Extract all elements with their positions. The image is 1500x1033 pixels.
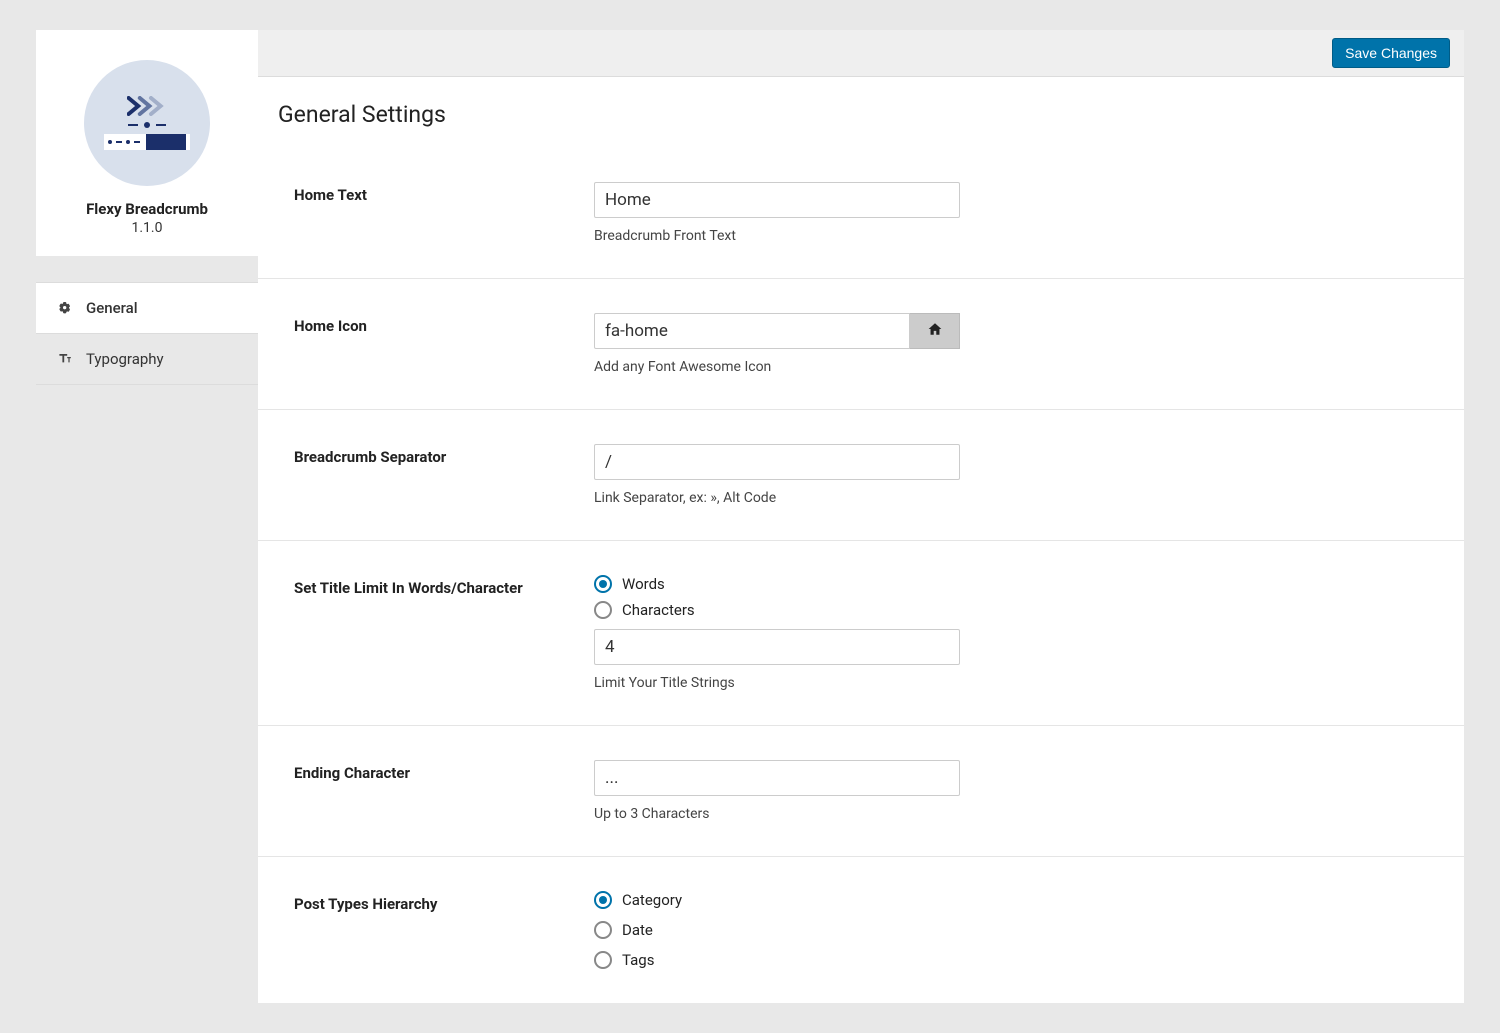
typography-icon <box>56 350 74 368</box>
main: Save Changes General Settings Home Text … <box>258 30 1464 1003</box>
nav-item-general[interactable]: General <box>36 283 258 334</box>
radio-label: Category <box>622 891 682 909</box>
radio-words[interactable]: Words <box>594 575 960 593</box>
app-logo <box>84 60 210 186</box>
setting-hierarchy: Post Types Hierarchy Category Date <box>258 857 1464 1003</box>
setting-label: Post Types Hierarchy <box>294 891 594 913</box>
radio-label: Words <box>622 575 665 593</box>
radio-icon <box>594 921 612 939</box>
help-text: Link Separator, ex: », Alt Code <box>594 490 960 506</box>
help-text: Up to 3 Characters <box>594 806 960 822</box>
home-icon <box>927 322 943 340</box>
radio-icon <box>594 601 612 619</box>
setting-home-icon: Home Icon Add any Font Awesome Icon <box>258 279 1464 410</box>
radio-label: Characters <box>622 601 695 619</box>
home-text-input[interactable] <box>594 182 960 218</box>
app-title: Flexy Breadcrumb <box>48 200 246 218</box>
help-text: Limit Your Title Strings <box>594 675 960 691</box>
setting-title-limit: Set Title Limit In Words/Character Words… <box>258 541 1464 726</box>
help-text: Breadcrumb Front Text <box>594 228 960 244</box>
setting-label: Home Text <box>294 182 594 204</box>
nav-item-typography[interactable]: Typography <box>36 334 258 385</box>
nav: General Typography <box>36 282 258 385</box>
radio-date[interactable]: Date <box>594 921 960 939</box>
sidebar: Flexy Breadcrumb 1.1.0 General Typograph… <box>36 30 258 1003</box>
title-limit-input[interactable] <box>594 629 960 665</box>
setting-label: Home Icon <box>294 313 594 335</box>
setting-ending-char: Ending Character Up to 3 Characters <box>258 726 1464 857</box>
help-text: Add any Font Awesome Icon <box>594 359 960 375</box>
radio-category[interactable]: Category <box>594 891 960 909</box>
radio-tags[interactable]: Tags <box>594 951 960 969</box>
home-icon-preview[interactable] <box>910 313 960 349</box>
setting-home-text: Home Text Breadcrumb Front Text <box>258 148 1464 279</box>
radio-characters[interactable]: Characters <box>594 601 960 619</box>
separator-input[interactable] <box>594 444 960 480</box>
ending-char-input[interactable] <box>594 760 960 796</box>
radio-icon <box>594 891 612 909</box>
topbar: Save Changes <box>258 30 1464 77</box>
radio-label: Date <box>622 921 653 939</box>
page-title: General Settings <box>258 77 1464 128</box>
radio-label: Tags <box>622 951 654 969</box>
nav-item-label: General <box>86 299 138 317</box>
app-version: 1.1.0 <box>48 220 246 236</box>
setting-label: Breadcrumb Separator <box>294 444 594 466</box>
logo-card: Flexy Breadcrumb 1.1.0 <box>36 30 258 256</box>
gears-icon <box>56 299 74 317</box>
setting-label: Ending Character <box>294 760 594 782</box>
setting-label: Set Title Limit In Words/Character <box>294 575 594 597</box>
content: General Settings Home Text Breadcrumb Fr… <box>258 77 1464 1003</box>
home-icon-input[interactable] <box>594 313 910 349</box>
setting-separator: Breadcrumb Separator Link Separator, ex:… <box>258 410 1464 541</box>
radio-icon <box>594 951 612 969</box>
radio-icon <box>594 575 612 593</box>
save-changes-button[interactable]: Save Changes <box>1332 38 1450 68</box>
nav-item-label: Typography <box>86 350 164 368</box>
